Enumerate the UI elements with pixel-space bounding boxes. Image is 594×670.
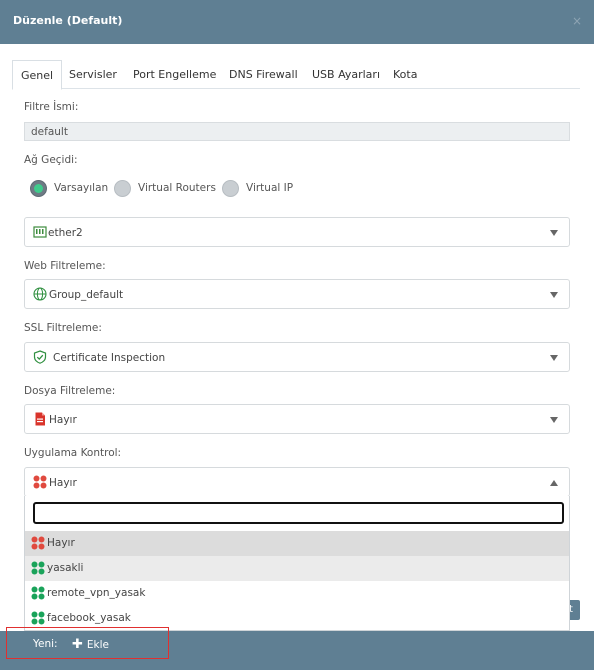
web-filter-select[interactable]: Group_default [24, 279, 570, 309]
gateway-label: Ağ Geçidi: [24, 154, 78, 166]
dropdown-option-label: yasakli [47, 562, 84, 574]
chevron-down-icon [550, 292, 558, 298]
interface-select[interactable]: ether2 [24, 217, 570, 247]
app-grid-icon [31, 586, 45, 600]
radio-virtual-routers[interactable]: Virtual Routers [114, 179, 216, 197]
radio-label: Virtual IP [246, 182, 294, 194]
app-grid-icon [31, 561, 45, 575]
highlight-annotation-box [6, 627, 169, 659]
app-control-value: Hayır [49, 477, 77, 489]
app-grid-icon [31, 536, 45, 550]
app-control-label: Uygulama Kontrol: [24, 447, 122, 459]
network-port-icon [33, 226, 47, 238]
tab-usb-ayarlari[interactable]: USB Ayarları [312, 60, 380, 89]
modal-title: Düzenle (Default) [13, 14, 123, 27]
tab-servisler[interactable]: Servisler [69, 60, 117, 89]
pdf-file-icon [35, 412, 45, 426]
dropdown-search-input[interactable] [33, 502, 564, 524]
chevron-up-icon [550, 480, 558, 486]
radio-virtual-ip[interactable]: Virtual IP [222, 179, 293, 197]
dropdown-option-hayir[interactable]: Hayır [25, 531, 569, 556]
ssl-filter-value: Certificate Inspection [53, 352, 166, 364]
app-grid-icon [31, 611, 45, 625]
interface-value: ether2 [48, 227, 83, 239]
tab-dns-firewall[interactable]: DNS Firewall [229, 60, 298, 89]
dropdown-option-label: remote_vpn_yasak [47, 587, 146, 599]
ssl-filter-label: SSL Filtreleme: [24, 322, 102, 334]
radio-button[interactable] [114, 179, 131, 197]
radio-button-selected[interactable] [30, 179, 47, 197]
filter-name-input: default [24, 122, 570, 141]
radio-label: Virtual Routers [138, 182, 216, 194]
radio-varsayilan[interactable]: Varsayılan [30, 179, 108, 197]
dropdown-option-label: facebook_yasak [47, 612, 131, 624]
app-control-select[interactable]: Hayır [24, 467, 570, 497]
chevron-down-icon [550, 355, 558, 361]
shield-check-icon [33, 350, 47, 364]
modal-header: Düzenle (Default) × [0, 0, 594, 44]
dropdown-option-yasakli[interactable]: yasakli [25, 556, 569, 581]
file-filter-label: Dosya Filtreleme: [24, 385, 116, 397]
dropdown-option-remote-vpn-yasak[interactable]: remote_vpn_yasak [25, 581, 569, 606]
app-control-dropdown: Hayır yasakli remote_vpn_yasak facebook_… [24, 496, 570, 631]
tab-bar: Genel Servisler Port Engelleme DNS Firew… [12, 60, 580, 90]
globe-icon [33, 287, 47, 301]
dropdown-option-label: Hayır [47, 537, 75, 549]
web-filter-value: Group_default [49, 289, 124, 301]
file-filter-value: Hayır [49, 414, 77, 426]
chevron-down-icon [550, 230, 558, 236]
tab-kota[interactable]: Kota [393, 60, 417, 89]
tab-genel[interactable]: Genel [12, 60, 63, 90]
radio-button[interactable] [222, 179, 239, 197]
file-filter-select[interactable]: Hayır [24, 404, 570, 434]
ssl-filter-select[interactable]: Certificate Inspection [24, 342, 570, 372]
app-grid-icon [33, 475, 47, 489]
radio-label: Varsayılan [54, 182, 109, 194]
filter-name-label: Filtre İsmi: [24, 101, 79, 113]
web-filter-label: Web Filtreleme: [24, 260, 106, 272]
tab-port-engelleme[interactable]: Port Engelleme [133, 60, 216, 89]
chevron-down-icon [550, 417, 558, 423]
close-icon[interactable]: × [572, 14, 582, 28]
